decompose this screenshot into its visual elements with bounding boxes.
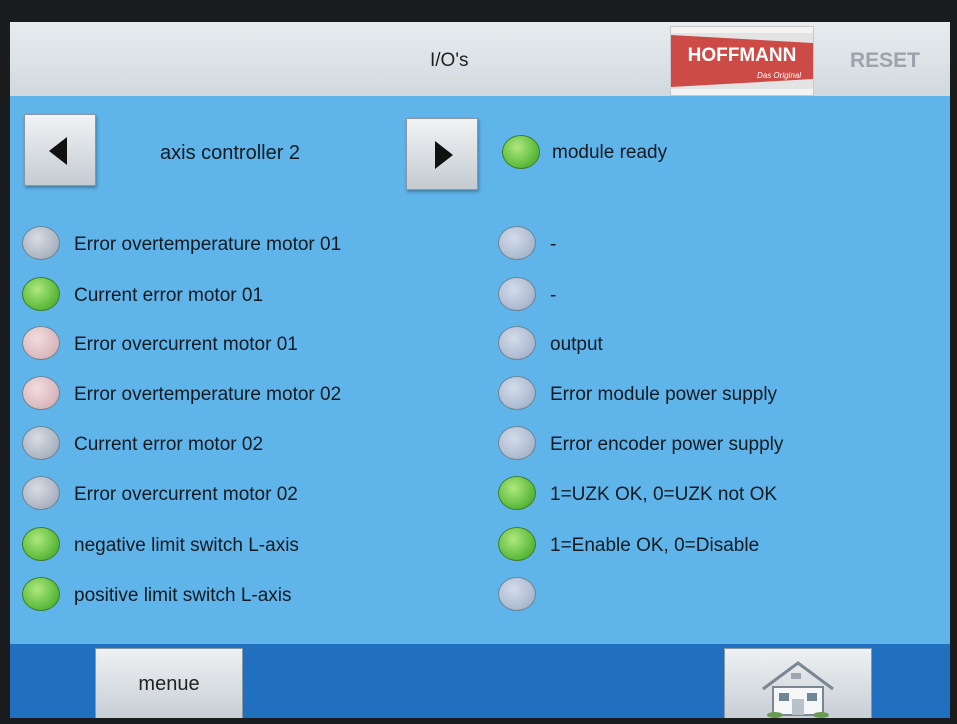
left-signal-label-7: negative limit switch L-axis (74, 535, 299, 556)
house-icon (762, 661, 834, 718)
left-signal-led-3 (22, 326, 60, 360)
logo-text: HOFFMANN (687, 45, 797, 66)
page-title: I/O's (430, 50, 469, 71)
right-signal-label-5: Error encoder power supply (550, 434, 784, 455)
next-controller-button[interactable] (406, 118, 478, 190)
previous-controller-button[interactable] (24, 114, 96, 186)
left-signal-led-5 (22, 426, 60, 460)
header-bar: I/O's HOFFMANN Das Original RESET (10, 22, 950, 96)
hoffmann-logo: HOFFMANN Das Original (670, 26, 814, 96)
left-signal-label-5: Current error motor 02 (74, 434, 264, 455)
right-signal-label-3: output (550, 334, 603, 355)
module-ready-led (502, 135, 540, 169)
left-signal-led-6 (22, 476, 60, 510)
logo-subtext: Das Original (756, 71, 801, 80)
left-signal-label-3: Error overcurrent motor 01 (74, 334, 298, 355)
right-signal-led-3 (498, 326, 536, 360)
right-signal-led-5 (498, 426, 536, 460)
right-signal-led-6 (498, 476, 536, 510)
left-signal-label-6: Error overcurrent motor 02 (74, 484, 298, 505)
left-signal-led-2 (22, 277, 60, 311)
right-signal-led-8 (498, 577, 536, 611)
right-signal-label-2: - (550, 285, 557, 306)
arrow-left-icon (49, 137, 67, 165)
left-signal-led-7 (22, 527, 60, 561)
left-signal-label-4: Error overtemperature motor 02 (74, 384, 342, 405)
right-signal-led-7 (498, 527, 536, 561)
home-button[interactable] (724, 648, 872, 718)
right-signal-led-2 (498, 277, 536, 311)
right-signal-led-1 (498, 226, 536, 260)
footer-bar: menue (10, 644, 950, 718)
arrow-right-icon (435, 141, 453, 169)
reset-button[interactable]: RESET (830, 44, 940, 78)
hmi-screen: I/O's HOFFMANN Das Original RESET axis c… (10, 22, 950, 718)
left-signal-label-1: Error overtemperature motor 01 (74, 234, 342, 255)
left-signal-label-2: Current error motor 01 (74, 285, 264, 306)
right-signal-label-7: 1=Enable OK, 0=Disable (550, 535, 760, 556)
left-signal-label-8: positive limit switch L-axis (74, 585, 292, 606)
right-signal-led-4 (498, 376, 536, 410)
module-ready-label: module ready (552, 142, 668, 163)
left-signal-led-4 (22, 376, 60, 410)
controller-label: axis controller 2 (160, 142, 301, 164)
left-signal-led-8 (22, 577, 60, 611)
right-signal-label-4: Error module power supply (550, 384, 778, 405)
right-signal-label-1: - (550, 234, 557, 255)
right-signal-label-6: 1=UZK OK, 0=UZK not OK (550, 484, 778, 505)
left-signal-led-1 (22, 226, 60, 260)
menue-button[interactable]: menue (95, 648, 243, 718)
